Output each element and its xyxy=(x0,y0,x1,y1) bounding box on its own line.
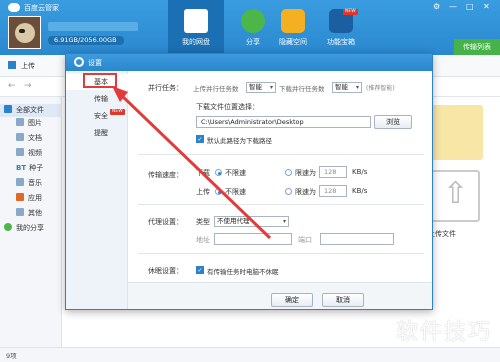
annotation-arrow xyxy=(112,86,272,240)
watermark: 软件技巧 xyxy=(395,320,492,345)
